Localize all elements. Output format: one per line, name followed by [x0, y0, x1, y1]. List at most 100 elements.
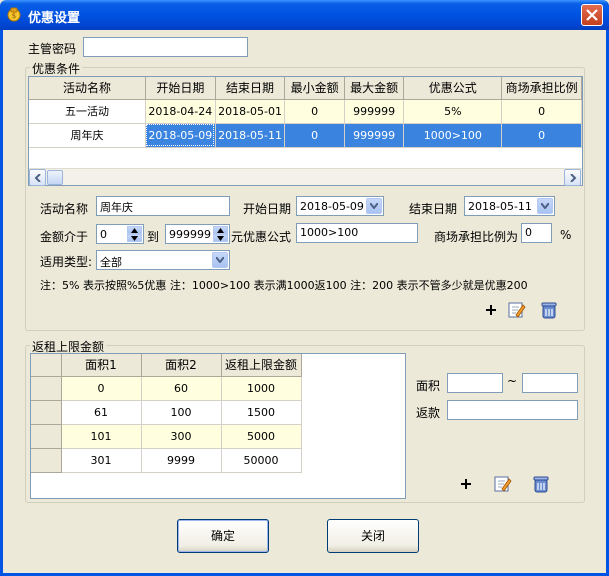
- promo-cell[interactable]: 1000>100: [403, 123, 503, 148]
- rebate-cell[interactable]: 1000: [221, 376, 302, 401]
- promo-column-header[interactable]: 优惠公式: [403, 77, 503, 100]
- supervisor-password-input[interactable]: [83, 37, 248, 57]
- promo-cell[interactable]: 周年庆: [29, 123, 146, 148]
- delete-bin-icon[interactable]: [532, 475, 550, 493]
- promo-horizontal-scrollbar[interactable]: [29, 168, 582, 186]
- apply-type-dropdown-button[interactable]: [212, 252, 228, 268]
- rebate-column-header[interactable]: 面积1: [61, 354, 142, 377]
- end-date-value: 2018-05-11: [468, 200, 532, 213]
- amount-min-stepper[interactable]: 0: [96, 224, 144, 244]
- rebate-cell[interactable]: 60: [141, 376, 222, 401]
- amount-range-label: 金额介于: [40, 230, 89, 244]
- rebate-cell[interactable]: 0: [61, 376, 142, 401]
- rebate-column-header[interactable]: 面积2: [141, 354, 222, 377]
- promo-cell[interactable]: 999999: [344, 99, 405, 124]
- rebate-row-header[interactable]: [31, 424, 62, 449]
- arrow-up-icon: [217, 228, 224, 233]
- rebate-amount-input[interactable]: [447, 400, 578, 420]
- rebate-amount-label: 返款: [416, 406, 441, 420]
- scroll-thumb[interactable]: [47, 170, 63, 185]
- promo-cell[interactable]: 2018-05-09: [145, 123, 216, 148]
- promo-cell[interactable]: 2018-05-11: [215, 123, 286, 148]
- promo-column-header[interactable]: 商场承担比例: [501, 77, 582, 100]
- edit-pencil-icon[interactable]: [494, 475, 512, 493]
- promo-cell[interactable]: 0: [284, 123, 345, 148]
- amount-min-up[interactable]: [127, 226, 142, 234]
- rebate-table-row[interactable]: 101 300 5000: [31, 424, 302, 449]
- end-date-picker[interactable]: 2018-05-11: [464, 196, 555, 216]
- scroll-left-button[interactable]: [29, 169, 46, 186]
- arrow-right-icon: [570, 174, 577, 182]
- end-date-dropdown-button[interactable]: [537, 198, 553, 214]
- promo-column-header[interactable]: 开始日期: [145, 77, 216, 100]
- promo-table-row[interactable]: 周年庆 2018-05-09 2018-05-11 0 999999 1000>100 0: [29, 123, 582, 148]
- app-icon: $: [6, 6, 22, 22]
- ratio-input[interactable]: 0: [521, 223, 552, 243]
- title-bar: $ 优惠设置: [0, 0, 609, 30]
- promo-table-row[interactable]: 五一活动 2018-04-24 2018-05-01 0 999999 5% 0: [29, 99, 582, 124]
- area-label: 面积: [416, 379, 441, 393]
- rebate-row-header[interactable]: [31, 448, 62, 473]
- activity-name-input[interactable]: 周年庆: [96, 196, 230, 216]
- rebate-corner-header: [31, 354, 62, 377]
- rebate-cell[interactable]: 301: [61, 448, 142, 473]
- close-button[interactable]: 关闭: [327, 519, 419, 553]
- rebate-cell[interactable]: 101: [61, 424, 142, 449]
- promo-cell[interactable]: 999999: [344, 123, 405, 148]
- area-to-input[interactable]: [522, 373, 578, 393]
- rebate-column-header[interactable]: 返租上限金额: [221, 354, 302, 377]
- promo-cell[interactable]: 0: [284, 99, 345, 124]
- promo-cell[interactable]: 0: [501, 99, 582, 124]
- rebate-table-row[interactable]: 301 9999 50000: [31, 448, 302, 473]
- amount-min-value: 0: [100, 228, 107, 241]
- apply-type-label: 适用类型:: [40, 255, 93, 269]
- area-tilde: ~: [507, 374, 518, 388]
- rebate-cell[interactable]: 50000: [221, 448, 302, 473]
- plus-icon[interactable]: [482, 301, 500, 319]
- formula-input[interactable]: 1000>100: [296, 223, 418, 243]
- rebate-cell[interactable]: 5000: [221, 424, 302, 449]
- promo-conditions-legend: 优惠条件: [30, 60, 83, 77]
- formula-note: 注：5% 表示按照%5优惠 注：1000>100 表示满1000返100 注：2…: [40, 279, 528, 292]
- promo-column-header[interactable]: 最大金额: [344, 77, 405, 100]
- amount-min-down[interactable]: [127, 234, 142, 242]
- promo-column-header[interactable]: 活动名称: [29, 77, 146, 100]
- plus-icon[interactable]: [457, 475, 475, 493]
- activity-name-label: 活动名称: [40, 202, 89, 216]
- start-date-label: 开始日期: [243, 202, 292, 216]
- close-window-button[interactable]: [581, 4, 603, 26]
- amount-max-down[interactable]: [213, 234, 228, 242]
- ratio-percent-label: %: [560, 228, 572, 242]
- rebate-cell[interactable]: 1500: [221, 400, 302, 425]
- start-date-picker[interactable]: 2018-05-09: [296, 196, 384, 216]
- promo-cell[interactable]: 5%: [403, 99, 503, 124]
- promo-cell[interactable]: 2018-04-24: [145, 99, 216, 124]
- rebate-cell[interactable]: 100: [141, 400, 222, 425]
- rebate-cell[interactable]: 300: [141, 424, 222, 449]
- arrow-up-icon: [131, 228, 138, 233]
- promo-cell[interactable]: 0: [501, 123, 582, 148]
- scroll-right-button[interactable]: [564, 169, 581, 186]
- chevron-down-icon: [370, 203, 378, 209]
- promo-column-header[interactable]: 结束日期: [215, 77, 286, 100]
- start-date-dropdown-button[interactable]: [366, 198, 382, 214]
- rebate-table-row[interactable]: 61 100 1500: [31, 400, 302, 425]
- delete-bin-icon[interactable]: [540, 301, 558, 319]
- area-from-input[interactable]: [447, 373, 503, 393]
- promo-column-header[interactable]: 最小金额: [284, 77, 345, 100]
- rebate-row-header[interactable]: [31, 400, 62, 425]
- apply-type-select[interactable]: 全部: [96, 250, 230, 270]
- rebate-cell[interactable]: 61: [61, 400, 142, 425]
- rebate-cell[interactable]: 9999: [141, 448, 222, 473]
- promo-cell[interactable]: 2018-05-01: [215, 99, 286, 124]
- rebate-row-header[interactable]: [31, 376, 62, 401]
- edit-pencil-icon[interactable]: [508, 301, 526, 319]
- svg-text:$: $: [12, 12, 16, 20]
- rebate-table-row[interactable]: 0 60 1000: [31, 376, 302, 401]
- ok-button[interactable]: 确定: [177, 519, 269, 553]
- amount-max-stepper[interactable]: 999999: [165, 224, 230, 244]
- chevron-down-icon: [216, 257, 224, 263]
- amount-max-up[interactable]: [213, 226, 228, 234]
- amount-to-label: 到: [147, 230, 160, 244]
- promo-cell[interactable]: 五一活动: [29, 99, 146, 124]
